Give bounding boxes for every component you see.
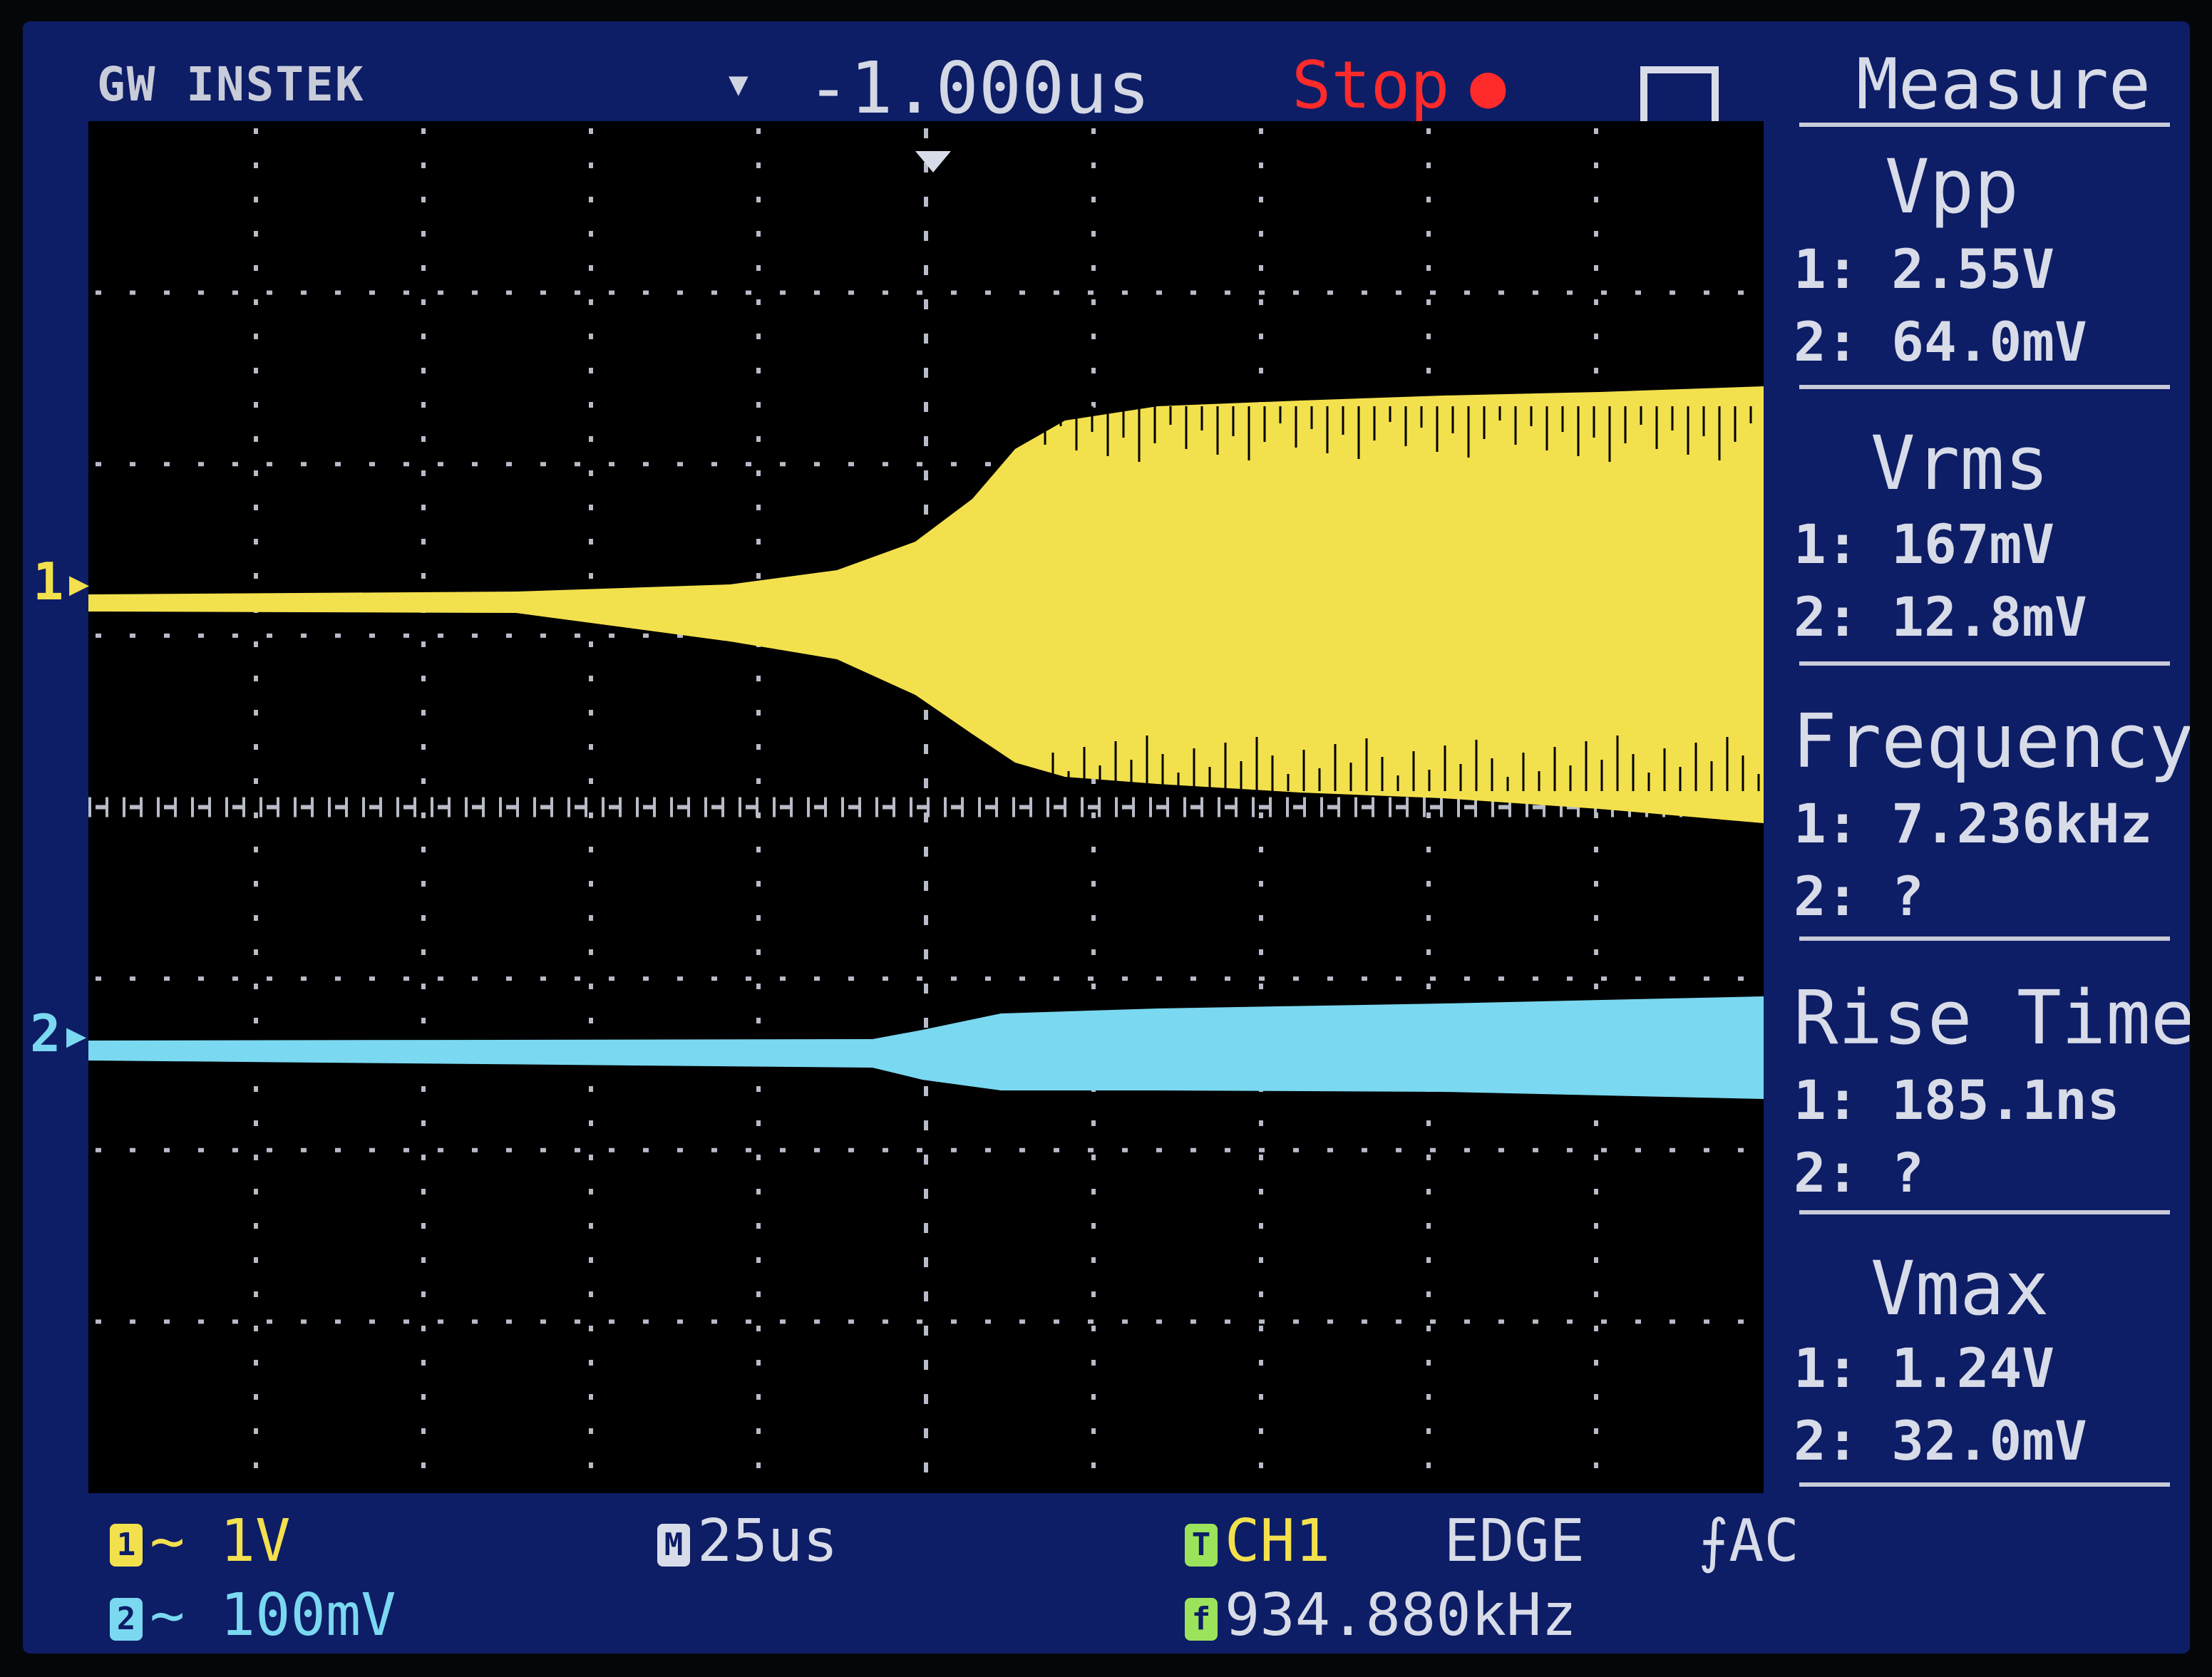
- measure-vmax-ch2: 2: 32.0mV: [1794, 1409, 2087, 1472]
- divider: [1799, 1482, 2170, 1487]
- ch2-scale: 100mV: [220, 1581, 396, 1649]
- measure-risetime-title[interactable]: Rise Time: [1794, 981, 2190, 1055]
- frequency-badge: f: [1185, 1597, 1218, 1641]
- trigger-frequency: 934.880kHz: [1225, 1581, 1577, 1649]
- divider: [1799, 385, 2170, 389]
- ch2-waveform: [88, 996, 1764, 1099]
- measure-vrms-title[interactable]: Vrms: [1871, 426, 2049, 500]
- measure-vmax-ch1: 1: 1.24V: [1794, 1336, 2055, 1400]
- ac-coupling-icon: ~: [150, 1581, 185, 1649]
- measure-frequency-ch2: 2: ?: [1794, 865, 1925, 928]
- divider: [1799, 936, 2170, 941]
- divider: [1799, 1210, 2170, 1214]
- measure-risetime-ch2: 2: ?: [1794, 1141, 1925, 1204]
- ch2-marker[interactable]: 2▸: [30, 1003, 92, 1063]
- trigger-frequency-readout: f 934.880kHz: [1185, 1586, 1577, 1645]
- measure-vpp-title[interactable]: Vpp: [1885, 150, 2019, 224]
- measure-vpp-ch2: 2: 64.0mV: [1794, 310, 2087, 373]
- timebase-readout[interactable]: M 25us: [657, 1512, 838, 1571]
- measure-title: Measure: [1856, 44, 2151, 125]
- waveform-graticule[interactable]: [88, 121, 1764, 1493]
- divider: [1799, 661, 2170, 666]
- ch1-marker[interactable]: 1▸: [33, 552, 95, 612]
- ch1-waveform: [88, 386, 1764, 823]
- ch1-scale-readout[interactable]: 1 ~ 1V: [110, 1512, 291, 1571]
- measure-panel: Measure Vpp 1: 2.55V 2: 64.0mV Vrms 1: 1…: [1778, 21, 2190, 1497]
- trigger-type: EDGE: [1444, 1507, 1585, 1575]
- measure-risetime-ch1: 1: 185.1ns: [1794, 1068, 2120, 1132]
- measure-vpp-ch1: 1: 2.55V: [1794, 237, 2055, 301]
- measure-vrms-ch1: 1: 167mV: [1794, 512, 2055, 576]
- timebase-value: 25us: [697, 1507, 838, 1575]
- ac-coupling-icon: ~: [150, 1507, 185, 1575]
- waveform-layer: [88, 151, 1764, 1099]
- ch1-badge: 1: [110, 1523, 143, 1567]
- trigger-position-readout: -1.000us: [807, 46, 1151, 130]
- rising-edge-icon: ⨍: [1698, 1507, 1729, 1575]
- measure-frequency-title[interactable]: Frequency: [1792, 704, 2190, 778]
- ch1-scale: 1V: [220, 1507, 291, 1575]
- measure-vmax-title[interactable]: Vmax: [1871, 1252, 2049, 1326]
- trigger-position-icon: ▼: [729, 64, 749, 103]
- trigger-source: CH1: [1225, 1507, 1331, 1575]
- ch2-scale-readout[interactable]: 2 ~ 100mV: [110, 1586, 396, 1645]
- divider: [1799, 123, 2170, 127]
- trigger-readout[interactable]: T CH1 EDGE ⨍AC: [1185, 1512, 1799, 1571]
- trigger-coupling: AC: [1729, 1507, 1799, 1575]
- oscilloscope-screen: GW INSTEK ▼ -1.000us Stop ● 1▸ 2▸ Measur…: [23, 21, 2190, 1653]
- stop-icon: ●: [1470, 51, 1506, 120]
- run-state-label: Stop: [1292, 47, 1450, 123]
- measure-frequency-ch1: 1: 7.236kHz: [1794, 792, 2153, 855]
- measure-vrms-ch2: 2: 12.8mV: [1794, 585, 2087, 649]
- timebase-badge: M: [657, 1523, 690, 1567]
- trigger-marker-icon: [915, 151, 951, 172]
- trigger-badge: T: [1185, 1523, 1218, 1567]
- brand-logo: GW INSTEK: [97, 57, 365, 112]
- ch2-badge: 2: [110, 1597, 143, 1641]
